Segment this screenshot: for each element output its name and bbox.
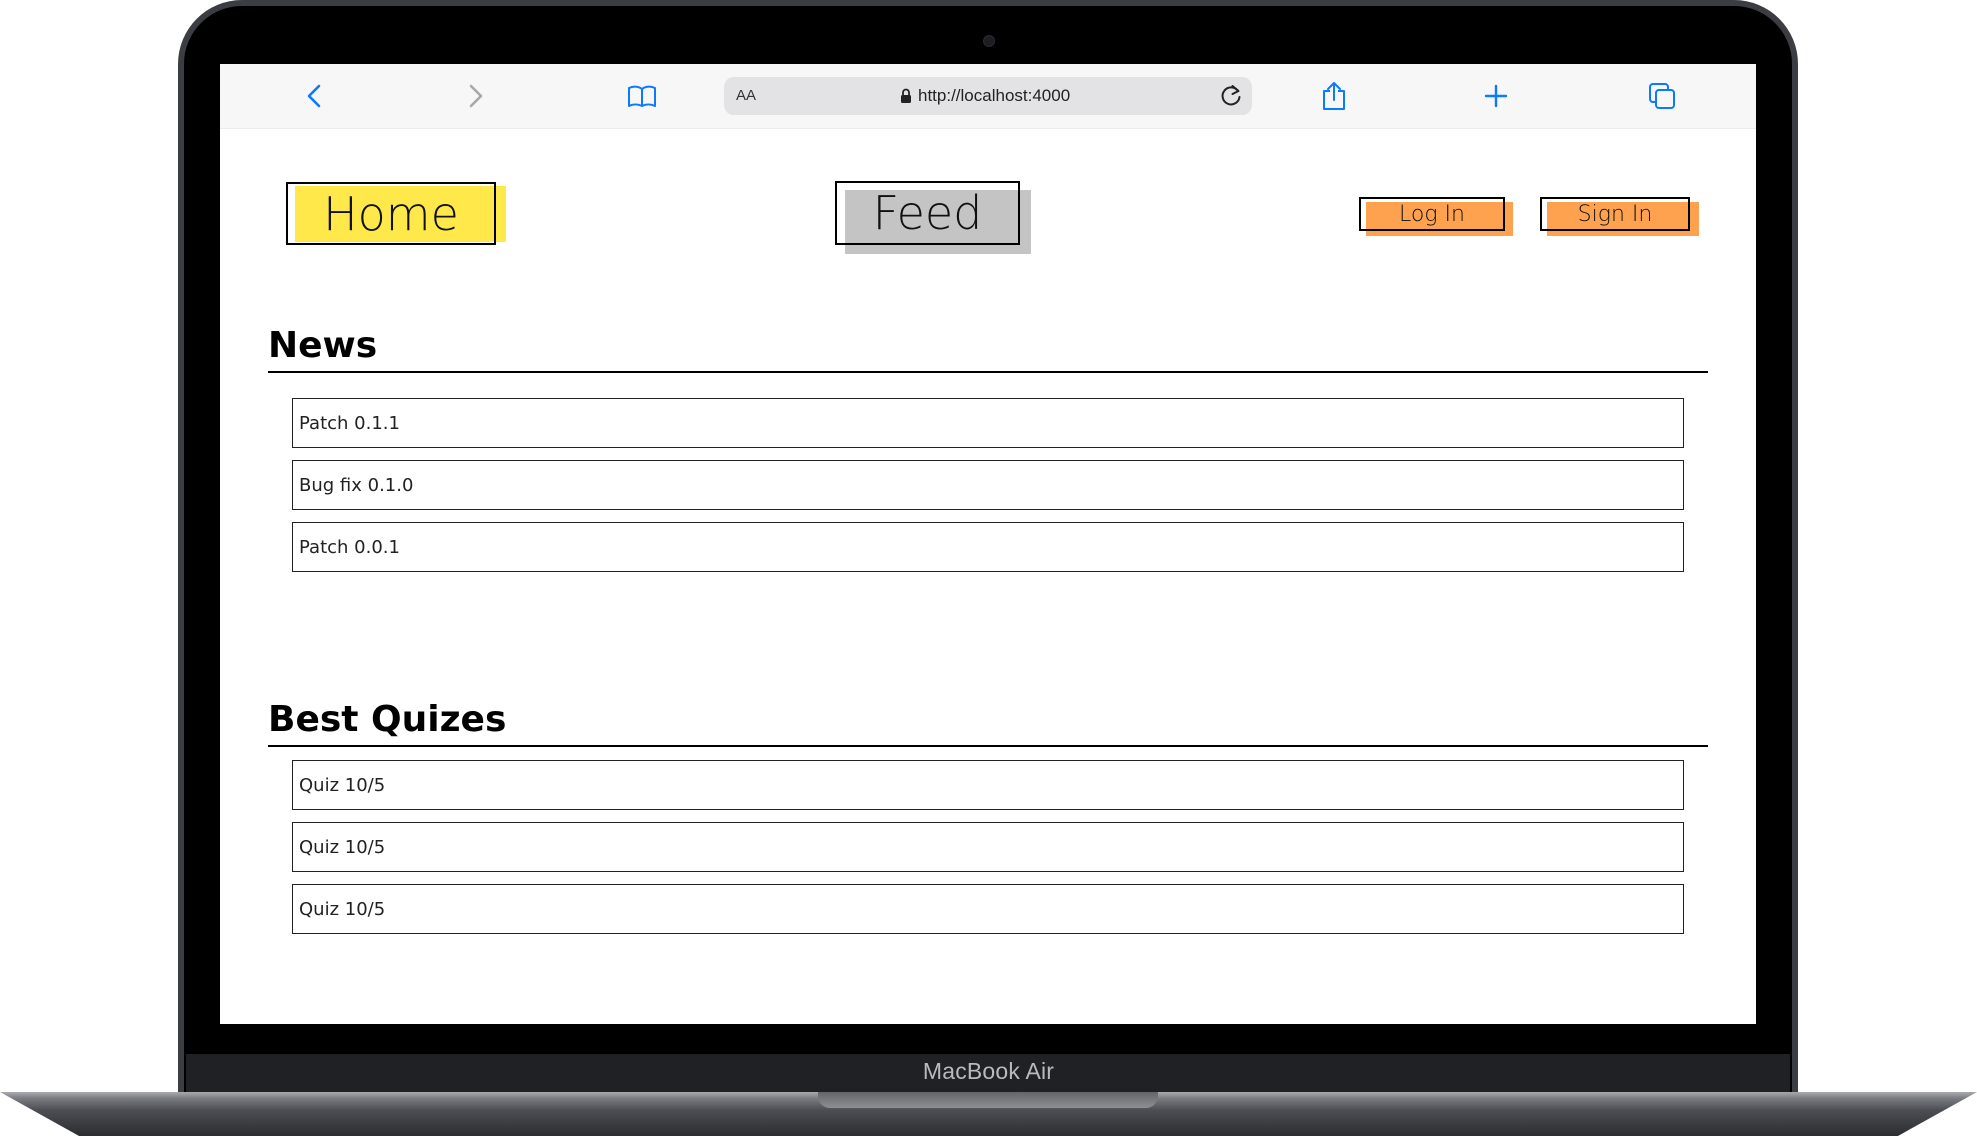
lock-icon: [900, 88, 912, 109]
quiz-item[interactable]: Quiz 10/5: [292, 822, 1684, 872]
browser-toolbar: AA http://localhost:4000: [220, 64, 1756, 129]
news-heading: News: [268, 325, 378, 366]
news-divider: [268, 371, 1708, 373]
signin-button[interactable]: Sign In: [1540, 197, 1690, 231]
quizzes-list: Quiz 10/5 Quiz 10/5 Quiz 10/5: [292, 760, 1684, 946]
feed-button[interactable]: Feed: [835, 181, 1020, 245]
new-tab-icon[interactable]: [1478, 78, 1514, 114]
news-list: Patch 0.1.1 Bug fix 0.1.0 Patch 0.0.1: [292, 398, 1684, 584]
camera-icon: [983, 35, 995, 47]
quiz-item[interactable]: Quiz 10/5: [292, 884, 1684, 934]
address-bar[interactable]: AA http://localhost:4000: [724, 77, 1252, 115]
quiz-item[interactable]: Quiz 10/5: [292, 760, 1684, 810]
model-label: MacBook Air: [922, 1058, 1055, 1084]
news-item[interactable]: Patch 0.0.1: [292, 522, 1684, 572]
news-item[interactable]: Bug fix 0.1.0: [292, 460, 1684, 510]
back-icon[interactable]: [296, 78, 332, 114]
share-icon[interactable]: [1316, 78, 1352, 114]
forward-icon[interactable]: [458, 78, 494, 114]
home-button[interactable]: Home: [286, 182, 496, 245]
laptop-mockup: AA http://localhost:4000 Home Feed Log I…: [0, 0, 1977, 1136]
hinge-notch: [818, 1092, 1158, 1108]
tabs-overview-icon[interactable]: [1644, 78, 1680, 114]
news-item[interactable]: Patch 0.1.1: [292, 398, 1684, 448]
quizzes-heading: Best Quizes: [268, 699, 507, 740]
quizzes-divider: [268, 745, 1708, 747]
text-size-button[interactable]: AA: [736, 87, 756, 104]
browser-window: AA http://localhost:4000 Home Feed Log I…: [220, 64, 1756, 1024]
url-text: http://localhost:4000: [918, 86, 1071, 105]
reload-icon[interactable]: [1218, 83, 1244, 114]
login-button[interactable]: Log In: [1359, 197, 1505, 231]
bookmarks-icon[interactable]: [624, 78, 660, 114]
